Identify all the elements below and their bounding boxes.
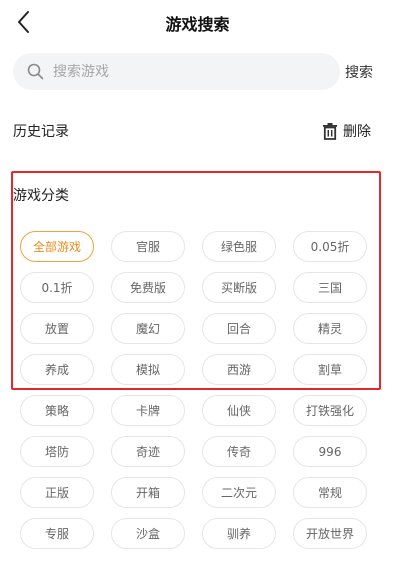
search-icon <box>27 63 44 80</box>
category-tag[interactable]: 996 <box>293 436 367 467</box>
page-title: 游戏搜索 <box>165 15 230 34</box>
category-tag[interactable]: 模拟 <box>111 354 185 385</box>
category-tag[interactable]: 魔幻 <box>111 313 185 344</box>
search-bar[interactable] <box>13 53 340 90</box>
category-tag-grid: 全部游戏 官服 绿色服 0.05折 0.1折 免费版 买断版 三国放置 魔幻 回合 精灵养成 模拟 西游… <box>20 231 368 549</box>
category-tag[interactable]: 塔防 <box>20 436 94 467</box>
category-tag[interactable]: 回合 <box>202 313 276 344</box>
category-tag[interactable]: 正版 <box>20 477 94 508</box>
category-tag[interactable]: 传奇 <box>202 436 276 467</box>
category-tag[interactable]: 放置 <box>20 313 94 344</box>
category-title: 游戏分类 <box>13 188 69 204</box>
category-tag[interactable]: 买断版 <box>202 272 276 303</box>
category-tag[interactable]: 二次元 <box>202 477 276 508</box>
category-tag[interactable]: 全部游戏 <box>20 231 94 262</box>
category-tag[interactable]: 仙侠 <box>202 395 276 426</box>
category-tag[interactable]: 绿色服 <box>202 231 276 262</box>
category-tag[interactable]: 0.1折 <box>20 272 94 303</box>
search-input[interactable] <box>53 53 323 90</box>
category-tag[interactable]: 养成 <box>20 354 94 385</box>
search-button[interactable]: 搜索 <box>345 62 373 82</box>
category-tag[interactable]: 奇迹 <box>111 436 185 467</box>
category-tag[interactable]: 打铁强化 <box>293 395 367 426</box>
category-tag[interactable]: 0.05折 <box>293 231 367 262</box>
delete-history-button[interactable]: 删除 <box>322 121 371 141</box>
category-tag[interactable]: 驯养 <box>202 518 276 549</box>
category-tag[interactable]: 常规 <box>293 477 367 508</box>
delete-label: 删除 <box>343 124 371 140</box>
category-tag[interactable]: 策略 <box>20 395 94 426</box>
category-tag[interactable]: 开放世界 <box>293 518 367 549</box>
category-tag[interactable]: 西游 <box>202 354 276 385</box>
category-tag[interactable]: 免费版 <box>111 272 185 303</box>
category-tag[interactable]: 三国 <box>293 272 367 303</box>
category-tag[interactable]: 精灵 <box>293 313 367 344</box>
trash-icon <box>323 122 337 140</box>
category-tag[interactable]: 官服 <box>111 231 185 262</box>
category-tag[interactable]: 专服 <box>20 518 94 549</box>
category-tag[interactable]: 开箱 <box>111 477 185 508</box>
header-bar: 游戏搜索 <box>0 0 395 44</box>
history-title: 历史记录 <box>13 124 69 140</box>
category-tag[interactable]: 割草 <box>293 354 367 385</box>
category-tag[interactable]: 卡牌 <box>111 395 185 426</box>
category-tag[interactable]: 沙盒 <box>111 518 185 549</box>
